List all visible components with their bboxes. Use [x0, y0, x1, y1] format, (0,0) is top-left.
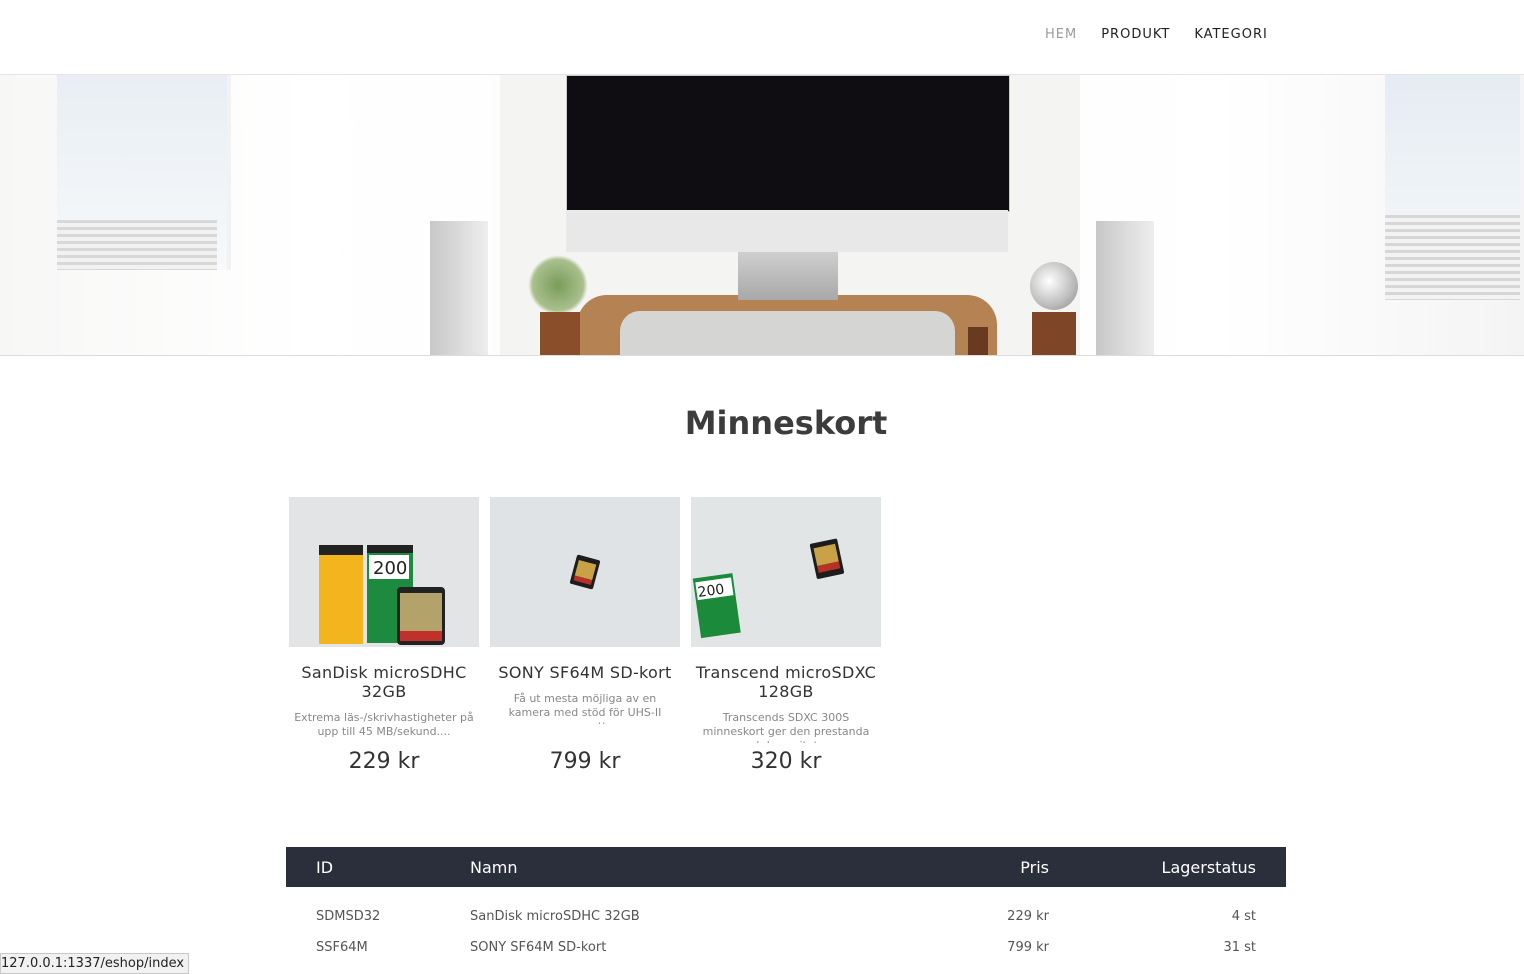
- product-name[interactable]: Transcend microSDXC 128GB: [691, 663, 881, 701]
- product-name[interactable]: SanDisk microSDHC 32GB: [289, 663, 479, 701]
- hero-blind-right: [1385, 215, 1520, 300]
- product-card[interactable]: 200 Transcend microSDXC 128GB Transcends…: [691, 497, 881, 774]
- table-header-name: Namn: [470, 857, 518, 877]
- product-name[interactable]: SONY SF64M SD-kort: [490, 663, 680, 682]
- svg-text:200: 200: [373, 558, 407, 579]
- table-header-id: ID: [316, 857, 334, 877]
- hero-pot: [540, 312, 580, 355]
- nav-item-hem[interactable]: HEM: [1045, 27, 1077, 42]
- hero-speaker-left: [430, 221, 488, 355]
- hero-lamp-base: [1032, 312, 1076, 355]
- hero-image: [0, 75, 1524, 356]
- nav-item-produkt[interactable]: PRODUKT: [1101, 27, 1170, 42]
- product-card[interactable]: 200 SanDisk microSDHC 32GB Extrema läs-/…: [289, 497, 479, 774]
- table-header-stock: Lagerstatus: [1161, 857, 1256, 877]
- hero-monitor: [566, 75, 1010, 212]
- film-sd-card-illustration: 200: [692, 538, 845, 639]
- hero-speaker-right: [1096, 221, 1154, 355]
- hero-monitor-stand: [738, 252, 838, 300]
- product-card[interactable]: SONY SF64M SD-kort Få ut mesta möjliga a…: [490, 497, 680, 774]
- table-header-row: ID Namn Pris Lagerstatus: [286, 847, 1286, 887]
- table-row[interactable]: SSF64M SONY SF64M SD-kort 799 kr 31 st: [286, 927, 1286, 967]
- film-sd-card-illustration: 200: [319, 545, 445, 645]
- table-cell-stock: 4 st: [1231, 908, 1256, 924]
- hero-monitor-chin: [566, 210, 1008, 252]
- nav-item-kategori[interactable]: KATEGORI: [1194, 27, 1268, 42]
- table-row[interactable]: SDMSD32 SanDisk microSDHC 32GB 229 kr 4 …: [286, 887, 1286, 927]
- sd-card-illustration: [569, 554, 601, 590]
- product-price: 799 kr: [549, 749, 621, 774]
- product-price: 320 kr: [750, 749, 822, 774]
- hero-plant: [528, 255, 588, 315]
- hero-block: [968, 327, 988, 355]
- hero-bulb: [1030, 262, 1078, 310]
- product-price: 229 kr: [348, 749, 420, 774]
- table-header-price: Pris: [1020, 857, 1049, 877]
- hero-desk-inner: [620, 311, 955, 355]
- navbar: HEM PRODUKT KATEGORI: [0, 0, 1524, 75]
- table-cell-name: SONY SF64M SD-kort: [470, 939, 607, 955]
- product-description: Transcends SDXC 300S minneskort ger den …: [702, 711, 870, 743]
- product-image[interactable]: 200: [289, 497, 479, 647]
- hero-blind-left: [57, 220, 217, 270]
- product-description: Extrema läs-/skrivhastigheter på upp til…: [294, 711, 474, 738]
- table-cell-name: SanDisk microSDHC 32GB: [470, 908, 640, 924]
- product-image[interactable]: 200: [691, 497, 881, 647]
- product-table: ID Namn Pris Lagerstatus SDMSD32 SanDisk…: [286, 847, 1286, 967]
- table-cell-id: SDMSD32: [316, 908, 381, 924]
- table-cell-price: 229 kr: [1007, 908, 1049, 924]
- nav-links: HEM PRODUKT KATEGORI: [1045, 27, 1292, 42]
- page-title: Minneskort: [684, 404, 888, 442]
- product-image[interactable]: [490, 497, 680, 647]
- table-cell-id: SSF64M: [316, 939, 368, 955]
- table-cell-stock: 31 st: [1223, 939, 1256, 955]
- table-cell-price: 799 kr: [1007, 939, 1049, 955]
- product-description: Få ut mesta möjliga av en kamera med stö…: [508, 692, 662, 724]
- status-bar-url: 127.0.0.1:1337/eshop/index: [0, 953, 190, 974]
